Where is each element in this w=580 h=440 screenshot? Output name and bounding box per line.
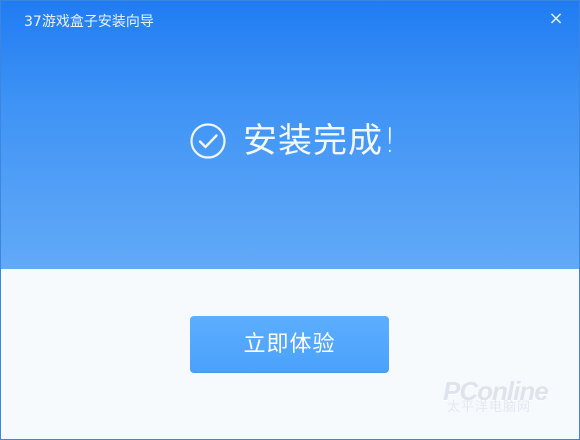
- installer-window: 37游戏盒子安装向导 × 安装完成! 立即体验 PConline 太平洋电脑网: [0, 0, 580, 440]
- check-circle-icon: [190, 123, 226, 159]
- title-bar: 37游戏盒子安装向导 ×: [1, 1, 579, 41]
- close-button[interactable]: ×: [546, 9, 566, 29]
- close-icon: ×: [548, 8, 564, 29]
- window-title: 37游戏盒子安装向导: [24, 14, 154, 30]
- hero-panel: 37游戏盒子安装向导 × 安装完成!: [1, 1, 579, 269]
- completion-status: 安装完成!: [189, 119, 398, 163]
- try-now-button[interactable]: 立即体验: [190, 316, 389, 373]
- completion-message: 安装完成!: [243, 121, 398, 161]
